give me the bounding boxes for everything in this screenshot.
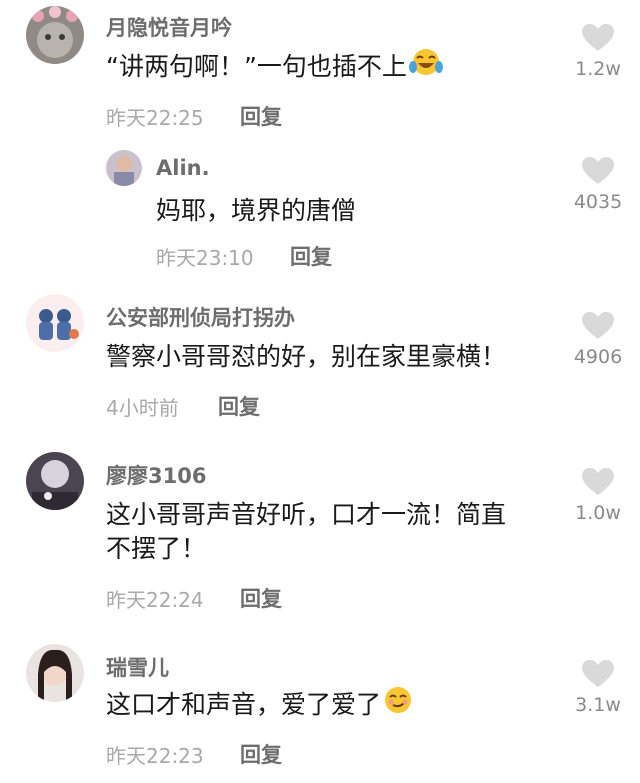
heart-icon — [582, 24, 614, 51]
avatar[interactable] — [26, 6, 84, 64]
username[interactable]: 公安部刑侦局打拐办 — [106, 302, 295, 332]
username[interactable]: 月隐悦音月吟 — [106, 12, 232, 42]
comment-text: “讲两句啊！”一句也插不上 — [106, 46, 443, 90]
comment-text-content: “讲两句啊！”一句也插不上 — [106, 52, 407, 81]
avatar-image — [26, 644, 84, 702]
comment-time: 昨天23:10 — [156, 246, 254, 270]
smirk-emoji-icon — [383, 685, 413, 728]
reply-button[interactable]: 回复 — [218, 391, 260, 421]
comment-time: 4小时前 — [106, 396, 179, 420]
comment-text: 妈耶，境界的唐僧 — [156, 196, 357, 225]
heart-icon — [582, 468, 614, 495]
avatar[interactable] — [26, 644, 84, 702]
reply-button[interactable]: 回复 — [290, 241, 332, 271]
avatar[interactable] — [26, 452, 84, 510]
comment-time: 昨天22:25 — [106, 106, 204, 130]
username[interactable]: 瑞雪儿 — [106, 652, 169, 682]
comment-time: 昨天22:23 — [106, 744, 204, 768]
avatar-image — [26, 452, 84, 510]
like-button[interactable]: 4906 — [562, 312, 634, 368]
comment-text-line: 不摆了！ — [106, 534, 207, 563]
like-count: 4035 — [573, 191, 623, 213]
avatar-image — [26, 294, 84, 352]
like-button[interactable]: 4035 — [562, 157, 634, 213]
laughing-tears-emoji-icon — [408, 47, 443, 90]
like-button[interactable]: 1.0w — [562, 468, 634, 524]
reply-button[interactable]: 回复 — [240, 101, 282, 131]
reply-button[interactable]: 回复 — [240, 583, 282, 613]
heart-icon — [582, 660, 614, 687]
comment-text: 这口才和声音，爱了爱了 — [106, 684, 413, 728]
like-count: 3.1w — [575, 694, 621, 716]
heart-icon — [582, 157, 614, 184]
reply-button[interactable]: 回复 — [240, 739, 282, 769]
avatar[interactable] — [106, 150, 142, 186]
like-count: 4906 — [573, 346, 623, 368]
like-button[interactable]: 1.2w — [562, 24, 634, 80]
heart-icon — [582, 312, 614, 339]
username[interactable]: 廖廖3106 — [106, 460, 206, 490]
avatar-image — [106, 150, 142, 186]
comment-text-content: 这口才和声音，爱了爱了 — [106, 690, 382, 719]
avatar-image — [26, 6, 84, 64]
like-count: 1.0w — [575, 502, 621, 524]
avatar[interactable] — [26, 294, 84, 352]
like-count: 1.2w — [575, 58, 621, 80]
comment-time: 昨天22:24 — [106, 588, 204, 612]
username[interactable]: Alin. — [156, 156, 210, 180]
comment-text: 警察小哥哥怼的好，别在家里豪横！ — [106, 342, 507, 371]
like-button[interactable]: 3.1w — [562, 660, 634, 716]
